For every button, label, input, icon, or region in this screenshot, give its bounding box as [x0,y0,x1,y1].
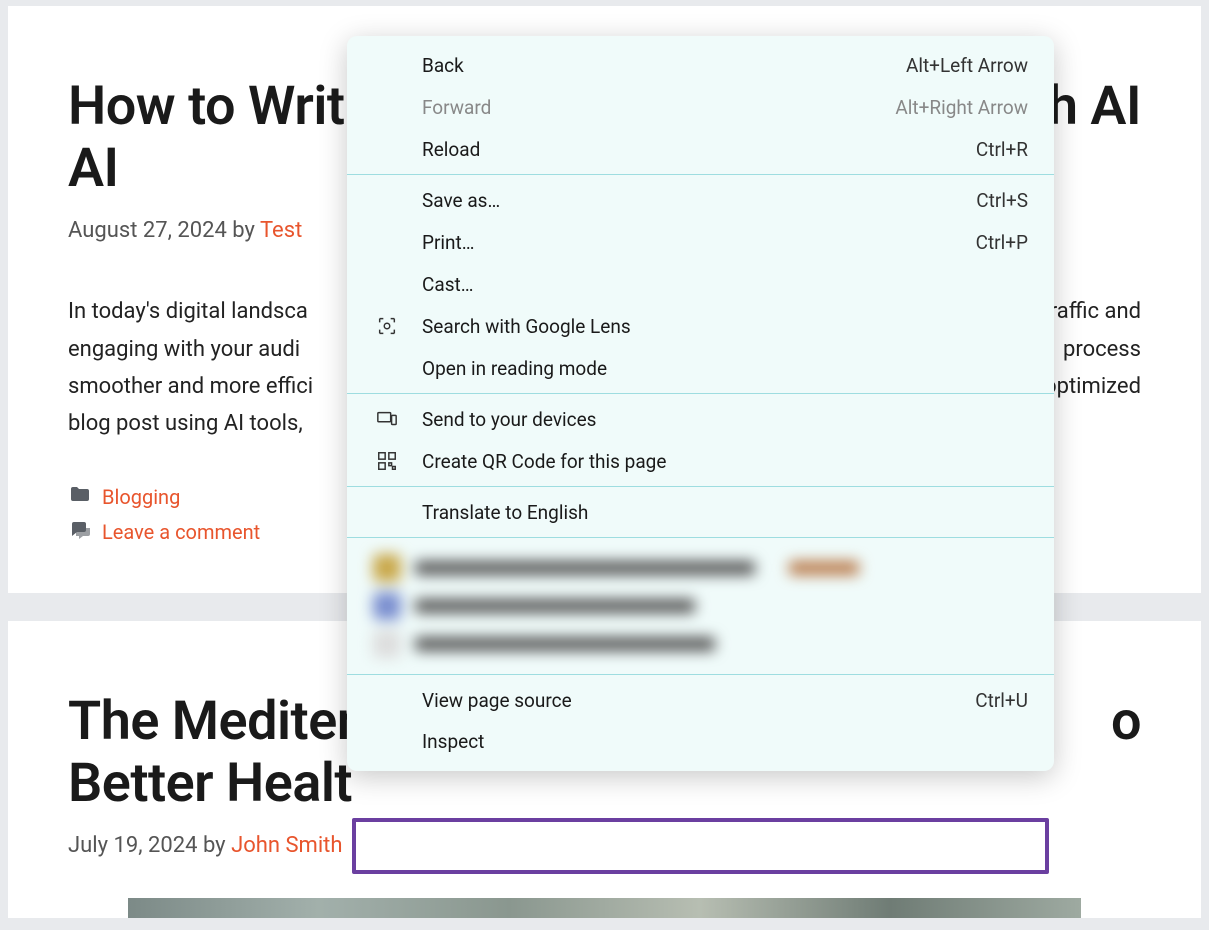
category-link[interactable]: Blogging [102,485,180,509]
shortcut-text: Ctrl+R [976,138,1028,161]
menu-separator [347,674,1054,675]
title-text-right: o [1111,691,1141,753]
menu-separator [347,486,1054,487]
by-label: by [203,833,226,858]
post-author-link[interactable]: Test [260,218,302,243]
title-line2: AI [68,137,119,200]
cm-extensions-blurred [347,542,1054,670]
post-date: July 19, 2024 [68,833,197,858]
cm-view-source[interactable]: View page source Ctrl+U [347,679,1054,721]
title-text-left: How to Writ [68,76,345,138]
by-label: by [232,218,255,243]
shortcut-text: Ctrl+P [976,231,1028,254]
cm-back[interactable]: Back Alt+Left Arrow [347,36,1054,86]
menu-separator [347,537,1054,538]
menu-separator [347,393,1054,394]
cm-reload[interactable]: Reload Ctrl+R [347,128,1054,170]
cm-save-as[interactable]: Save as… Ctrl+S [347,179,1054,221]
cm-send-devices[interactable]: Send to your devices [347,398,1054,440]
cm-print[interactable]: Print… Ctrl+P [347,221,1054,263]
post-date: August 27, 2024 [68,218,227,243]
cm-inspect[interactable]: Inspect [347,721,1054,771]
cm-forward: Forward Alt+Right Arrow [347,86,1054,128]
title-line2: Better Healt [68,752,352,815]
folder-icon [68,483,92,512]
shortcut-text: Ctrl+S [976,189,1028,212]
shortcut-text: Alt+Right Arrow [895,96,1028,119]
featured-image [128,898,1081,918]
qr-code-icon [375,449,399,473]
shortcut-text: Ctrl+U [975,689,1028,712]
title-text-left: The Mediter [68,691,356,753]
google-lens-icon [375,314,399,338]
cm-create-qr[interactable]: Create QR Code for this page [347,440,1054,482]
post-meta: July 19, 2024 by John Smith [68,833,1141,858]
post-author-link[interactable]: John Smith [231,833,342,858]
shortcut-text: Alt+Left Arrow [906,54,1028,77]
leave-comment-link[interactable]: Leave a comment [102,520,260,544]
cm-search-lens[interactable]: Search with Google Lens [347,305,1054,347]
menu-separator [347,174,1054,175]
cm-reading-mode[interactable]: Open in reading mode [347,347,1054,389]
cm-cast[interactable]: Cast… [347,263,1054,305]
context-menu: Back Alt+Left Arrow Forward Alt+Right Ar… [347,36,1054,771]
comments-icon [68,518,92,547]
devices-icon [375,407,399,431]
cm-translate[interactable]: Translate to English [347,491,1054,533]
